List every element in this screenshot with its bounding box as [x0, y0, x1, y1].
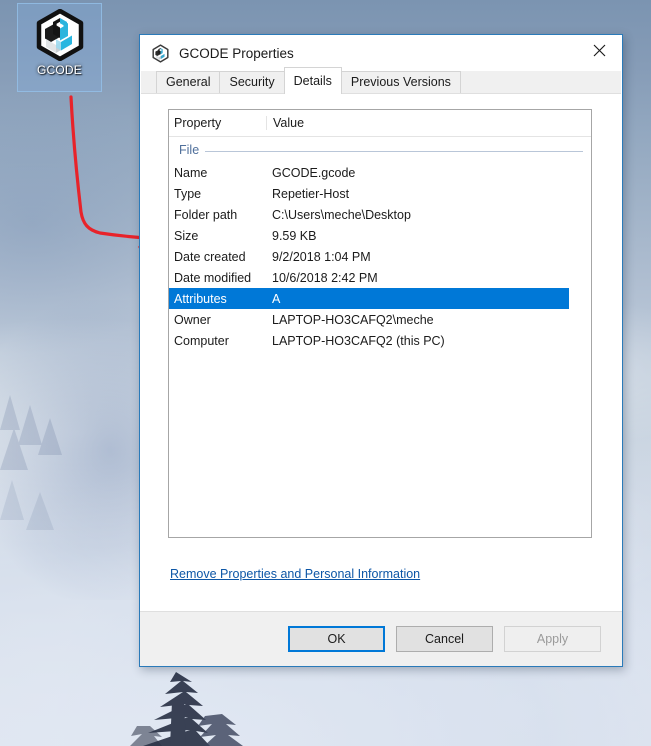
- desktop-icon-label: GCODE: [36, 63, 82, 77]
- table-row[interactable]: Date modified 10/6/2018 2:42 PM: [169, 267, 569, 288]
- property-value: A: [272, 291, 281, 306]
- close-button[interactable]: [577, 35, 622, 65]
- remove-properties-link[interactable]: Remove Properties and Personal Informati…: [170, 567, 420, 581]
- table-row[interactable]: Name GCODE.gcode: [169, 162, 569, 183]
- tab-previous-versions[interactable]: Previous Versions: [340, 71, 461, 93]
- desktop-icon-gcode[interactable]: GCODE: [17, 3, 102, 92]
- repetier-host-hexagon-icon: [36, 9, 83, 61]
- table-row[interactable]: Type Repetier-Host: [169, 183, 569, 204]
- tab-general[interactable]: General: [156, 71, 221, 93]
- table-row[interactable]: Folder path C:\Users\meche\Desktop: [169, 204, 569, 225]
- repetier-host-hexagon-icon: [152, 43, 169, 63]
- property-name: Folder path: [174, 207, 238, 222]
- cancel-button[interactable]: Cancel: [396, 626, 493, 652]
- property-name: Computer: [174, 333, 229, 348]
- property-rows: Name GCODE.gcode Type Repetier-Host Fold…: [169, 162, 591, 351]
- table-row[interactable]: Owner LAPTOP-HO3CAFQ2\meche: [169, 309, 569, 330]
- tab-content-details: Property Value File Name GCODE.gcode Typ…: [140, 94, 622, 611]
- property-name: Type: [174, 186, 202, 201]
- property-name: Name: [174, 165, 208, 180]
- table-row[interactable]: Size 9.59 KB: [169, 225, 569, 246]
- property-value: Repetier-Host: [272, 186, 350, 201]
- property-value: LAPTOP-HO3CAFQ2 (this PC): [272, 333, 445, 348]
- ok-button[interactable]: OK: [288, 626, 385, 652]
- group-header-divider: [205, 150, 583, 152]
- property-name: Owner: [174, 312, 211, 327]
- property-name: Date modified: [174, 270, 252, 285]
- apply-button: Apply: [504, 626, 601, 652]
- property-value: LAPTOP-HO3CAFQ2\meche: [272, 312, 434, 327]
- group-header-label: File: [179, 143, 200, 157]
- column-header-value: Value: [266, 116, 591, 130]
- property-value: C:\Users\meche\Desktop: [272, 207, 411, 222]
- properties-list[interactable]: Property Value File Name GCODE.gcode Typ…: [168, 109, 592, 538]
- table-row[interactable]: Computer LAPTOP-HO3CAFQ2 (this PC): [169, 330, 569, 351]
- property-value: GCODE.gcode: [272, 165, 356, 180]
- property-value: 10/6/2018 2:42 PM: [272, 270, 378, 285]
- properties-header-row: Property Value: [169, 110, 591, 137]
- close-icon: [593, 44, 606, 56]
- dialog-title: GCODE Properties: [179, 45, 294, 61]
- tab-strip: General Security Details Previous Versio…: [141, 67, 621, 94]
- dialog-titlebar: GCODE Properties: [140, 35, 622, 71]
- property-name: Attributes: [174, 291, 227, 306]
- property-name: Size: [174, 228, 199, 243]
- tab-security[interactable]: Security: [219, 71, 285, 93]
- property-value: 9/2/2018 1:04 PM: [272, 249, 371, 264]
- property-value: 9.59 KB: [272, 228, 317, 243]
- property-name: Date created: [174, 249, 246, 264]
- gcode-properties-dialog: GCODE Properties General Security Detail…: [139, 34, 623, 667]
- column-header-property: Property: [174, 116, 222, 130]
- table-row-selected[interactable]: Attributes A: [169, 288, 569, 309]
- group-header-file: File: [169, 139, 591, 161]
- tab-details[interactable]: Details: [283, 67, 342, 94]
- dialog-button-bar: OK Cancel Apply: [140, 611, 622, 666]
- table-row[interactable]: Date created 9/2/2018 1:04 PM: [169, 246, 569, 267]
